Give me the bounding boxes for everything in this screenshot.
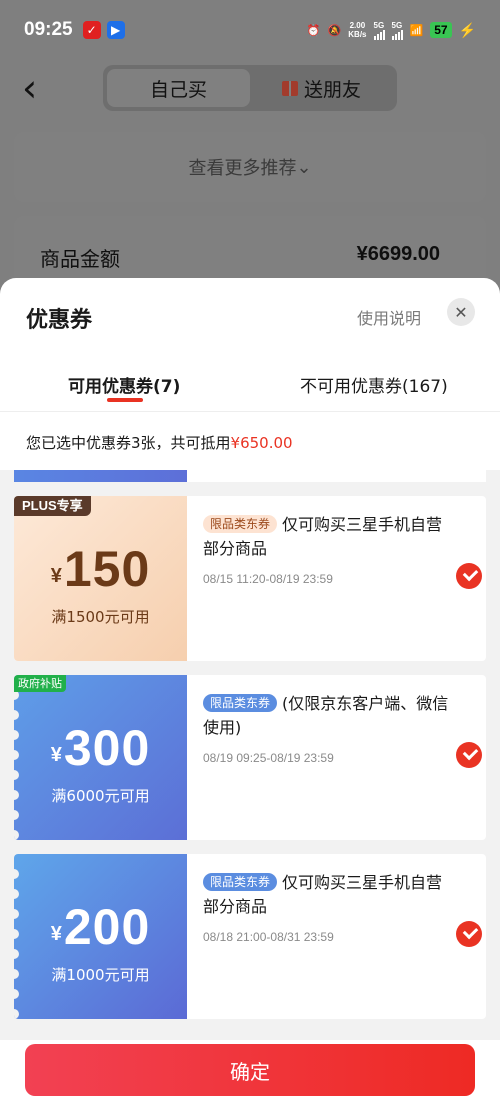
status-bar: 09:25 ✓ ▶ ⏰ 🔕 2.00 KB/s 5G 5G 📶 57 ⚡ [0,0,500,60]
coupon-condition: 满1000元可用 [51,966,150,984]
coupon-value: 200 [63,899,151,955]
coupon-value: 300 [63,720,151,776]
coupon-sheet: 优惠券 使用说明 ✕ 可用优惠券(7) 不可用优惠券(167) 您已选中优惠券3… [0,278,500,1111]
tab-gift-friend[interactable]: 送朋友 [250,69,393,107]
coupon-description: 限品类东券 仅可购买三星手机自营部分商品 [203,513,453,561]
coupon-validity: 08/18 21:00-08/31 23:59 [203,930,334,944]
coupon-info: 限品类东券 (仅限京东客户端、微信使用) 08/19 09:25-08/19 23… [187,675,486,840]
confirm-bar: 确定 [0,1040,500,1111]
gift-icon [281,80,298,96]
coupon-validity: 08/19 09:25-08/19 23:59 [203,751,334,765]
confirm-button[interactable]: 确定 [25,1044,475,1096]
speed-unit: KB/s [348,30,367,39]
mute-icon: 🔕 [327,24,342,37]
coupon-condition: 满6000元可用 [51,787,150,805]
coupon-currency: ¥ [50,565,62,587]
more-recommend-link[interactable]: 查看更多推荐 ⌄ [14,132,486,202]
coupon-card[interactable]: 政府补贴 ¥300 满6000元可用 限品类东券 (仅限京东客户端、微信使用) 0… [14,675,486,840]
notification-app-icon: ✓ [82,21,101,39]
signal-icon-2: 5G [391,20,403,40]
wifi-icon: 📶 [409,24,424,37]
coupon-tabs: 可用优惠券(7) 不可用优惠券(167) [0,362,500,412]
sheet-title: 优惠券 [26,308,93,333]
selection-summary: 您已选中优惠券3张，共可抵用 ¥650.00 [0,415,500,470]
usage-help-link[interactable]: 使用说明 [357,305,421,329]
coupon-currency: ¥ [50,744,62,766]
tab-gift-friend-label: 送朋友 [303,78,361,101]
status-icons: ⏰ 🔕 2.00 KB/s 5G 5G 📶 57 ⚡ [307,21,476,40]
coupon-price: ¥200 [14,898,187,956]
notification-app-icon-2: ▶ [106,21,125,39]
gov-subsidy-badge: 政府补贴 [14,675,66,692]
net-type-1: 5G [373,20,385,30]
charging-icon: ⚡ [458,21,476,38]
coupon-currency: ¥ [50,923,62,945]
tab-self-buy[interactable]: 自己买 [107,69,250,107]
coupon-value-panel: ¥200 满1000元可用 [14,854,187,1019]
background-page: ‹ 自己买 送朋友 查看更多推荐 ⌄ 商品金额 ¥6699.00 [0,60,500,306]
tab-unavailable-coupons[interactable]: 不可用优惠券(167) [300,372,448,397]
battery-icon: 57 [430,22,452,38]
checkmark-icon[interactable] [456,742,482,768]
clock: 09:25 [24,19,73,40]
alarm-icon: ⏰ [306,24,321,37]
coupon-condition: 满1500元可用 [51,608,150,626]
coupon-price: ¥150 [14,540,187,598]
checkmark-icon[interactable] [456,921,482,947]
coupon-value-panel: PLUS专享 ¥150 满1500元可用 [14,496,187,661]
coupon-list[interactable]: PLUS专享 ¥150 满1500元可用 限品类东券 仅可购买三星手机自营部分商品… [0,470,500,1040]
coupon-card[interactable]: PLUS专享 ¥150 满1500元可用 限品类东券 仅可购买三星手机自营部分商品… [14,496,486,661]
coupon-validity: 08/15 11:20-08/19 23:59 [203,572,333,586]
back-arrow-icon[interactable]: ‹ [22,68,37,108]
purchase-mode-switch: 自己买 送朋友 [103,65,397,111]
coupon-info: 限品类东券 仅可购买三星手机自营部分商品 08/18 21:00-08/31 23… [187,854,486,1019]
amount-value: ¥6699.00 [356,243,440,265]
plus-badge: PLUS专享 [14,496,91,516]
coupon-description: 限品类东券 (仅限京东客户端、微信使用) [203,692,453,740]
coupon-tag: 限品类东券 [203,873,278,891]
summary-text: 您已选中优惠券3张，共可抵用 [26,434,231,452]
coupon-tag: 限品类东券 [203,694,278,712]
coupon-card-partial [14,470,486,482]
checkmark-icon[interactable] [456,563,482,589]
signal-icon: 5G [373,20,385,40]
net-type-2: 5G [391,20,403,30]
coupon-value: 150 [63,541,151,597]
tab-available-coupons[interactable]: 可用优惠券(7) [68,372,180,397]
more-recommend-label: 查看更多推荐 [188,158,297,179]
coupon-description: 限品类东券 仅可购买三星手机自营部分商品 [203,871,453,919]
coupon-tag: 限品类东券 [203,515,278,533]
tab-indicator [107,398,143,402]
close-icon[interactable]: ✕ [447,298,475,326]
summary-amount: ¥650.00 [230,433,293,452]
coupon-price: ¥300 [14,719,187,777]
coupon-card[interactable]: ¥200 满1000元可用 限品类东券 仅可购买三星手机自营部分商品 08/18 … [14,854,486,1019]
coupon-value-panel: 政府补贴 ¥300 满6000元可用 [14,675,187,840]
amount-label: 商品金额 [40,247,120,271]
chevron-down-icon: ⌄ [296,156,312,178]
speed-value: 2.00 [349,21,366,30]
coupon-info: 限品类东券 仅可购买三星手机自营部分商品 08/15 11:20-08/19 23… [187,496,486,661]
network-speed: 2.00 KB/s [348,21,366,39]
tab-self-buy-label: 自己买 [149,78,207,101]
